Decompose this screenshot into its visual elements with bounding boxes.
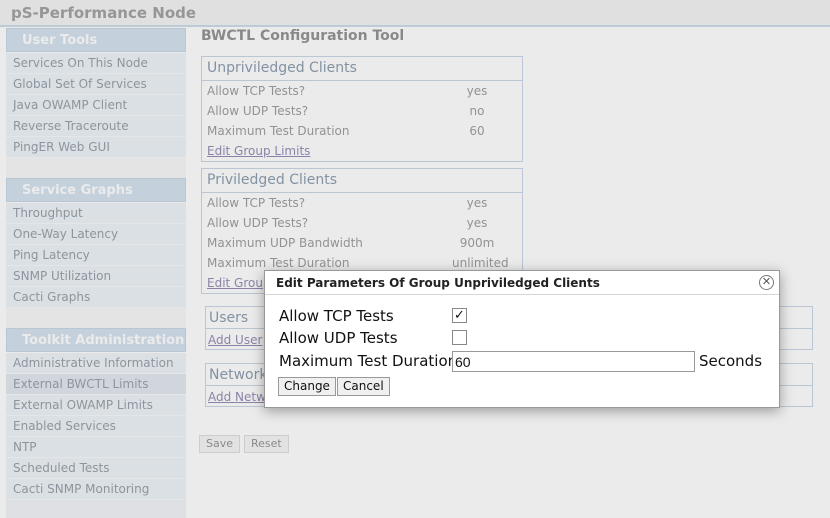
- duration-input[interactable]: [452, 351, 695, 372]
- change-button[interactable]: Change: [278, 377, 336, 396]
- dialog-title: Edit Parameters Of Group Unpriviledged C…: [276, 276, 600, 290]
- allow-udp-label: Allow UDP Tests: [279, 329, 398, 347]
- duration-units: Seconds: [699, 352, 763, 370]
- close-icon[interactable]: ✕: [759, 275, 774, 290]
- allow-tcp-checkbox[interactable]: ✓: [452, 308, 467, 323]
- allow-tcp-label: Allow TCP Tests: [279, 307, 394, 325]
- modal-overlay: [0, 0, 830, 518]
- edit-group-dialog: Edit Parameters Of Group Unpriviledged C…: [264, 270, 780, 408]
- allow-udp-checkbox[interactable]: [452, 330, 467, 345]
- duration-label: Maximum Test Duration: [279, 352, 458, 370]
- cancel-button[interactable]: Cancel: [337, 377, 390, 396]
- dialog-titlebar[interactable]: Edit Parameters Of Group Unpriviledged C…: [265, 271, 779, 295]
